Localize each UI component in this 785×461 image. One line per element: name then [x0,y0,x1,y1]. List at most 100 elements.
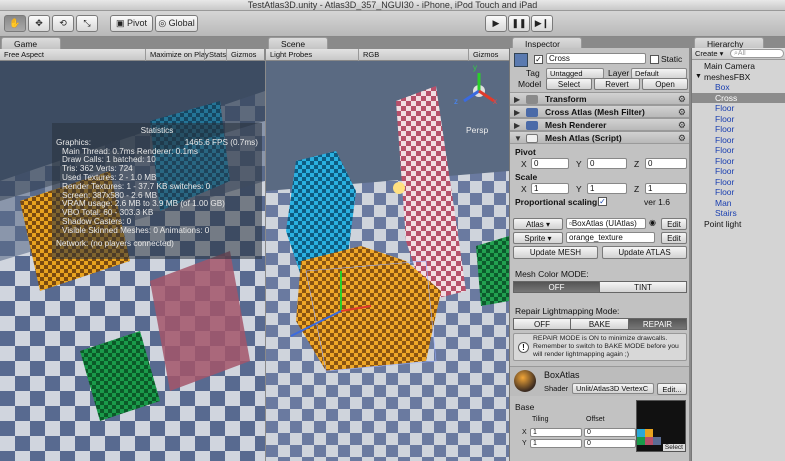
hierarchy-item-label: Floor [715,176,735,187]
scene-viewport[interactable]: y x z Persp [266,61,509,461]
hierarchy-item[interactable]: Floor [692,187,785,198]
texture-swatch [637,429,645,437]
maximize-on-play-button[interactable]: Maximize on Play [145,49,213,61]
script-icon [526,134,538,143]
object-picker-icon[interactable]: ◉ [649,218,656,227]
hierarchy-item[interactable]: Floor [692,145,785,156]
repair-mode-bake[interactable]: BAKE [570,318,629,330]
offset-x-field[interactable]: 0 [584,428,636,437]
atlas-object-field[interactable]: ▫BoxAtlas (UIAtlas) [566,218,646,229]
create-dropdown[interactable]: Create ▾ [695,49,723,58]
hierarchy-search[interactable]: ⌕All [730,49,784,58]
unity-editor-window: { "window": {"title": "TestAtlas3D.unity… [0,0,785,461]
hierarchy-item-label: Main Camera [704,61,756,71]
mesh-renderer-icon [526,121,538,130]
object-name-field[interactable]: Cross [546,53,646,64]
atlas-edit-button[interactable]: Edit [661,218,687,230]
aspect-dropdown[interactable]: Free Aspect [0,49,48,61]
hierarchy-item[interactable]: Box [692,82,785,93]
offset-y-field[interactable]: 0 [584,439,636,448]
update-atlas-button[interactable]: Update ATLAS [602,246,687,259]
game-viewport[interactable]: Statistics Graphics: 1465.6 FPS (0.7ms) M… [0,61,265,461]
play-icon: ▶ [492,18,500,28]
proportional-scaling-checkbox[interactable]: ✓ [598,197,607,206]
tiling-x-field[interactable]: 1 [530,428,582,437]
component-mesh-atlas[interactable]: ▼ Mesh Atlas (Script) ⚙ [510,131,689,144]
model-open-button[interactable]: Open [642,78,688,90]
sprite-field[interactable]: orange_texture [566,232,655,243]
pivot-y-field[interactable]: 0 [587,158,627,169]
version-label: ver 1.6 [644,197,670,207]
gear-icon[interactable]: ⚙ [678,107,686,118]
hierarchy-panel: Create ▾ ⌕All Main Camera ▼ meshesFBX Box Cr… [691,48,785,461]
layer-label: Layer [608,68,630,78]
repair-mode-off[interactable]: OFF [513,318,571,330]
scale-y-field[interactable]: 1 [587,183,627,194]
rotate-tool-button[interactable]: ⟲ [52,15,74,32]
hierarchy-item[interactable]: Floor [692,177,785,188]
step-button[interactable]: ▶❙ [531,15,553,32]
hierarchy-item[interactable]: ▼ meshesFBX [692,72,785,83]
component-mesh-filter[interactable]: ▶ Cross Atlas (Mesh Filter) ⚙ [510,105,689,118]
move-tool-button[interactable]: ✥ [28,15,50,32]
scale-z-field[interactable]: 1 [645,183,687,194]
component-transform[interactable]: ▶ Transform ⚙ [510,92,689,105]
hierarchy-item[interactable]: Point light [692,219,785,230]
tiling-x-axis-label: X [522,429,527,436]
tab-game[interactable]: Game [1,37,61,49]
persp-label[interactable]: Persp [466,125,488,135]
gear-icon[interactable]: ⚙ [678,94,686,105]
gear-icon[interactable]: ⚙ [678,133,686,144]
scene-mode-dropdown[interactable]: Light Probes [266,49,316,61]
texture-preview[interactable]: Select [636,400,686,452]
gear-icon[interactable]: ⚙ [678,120,686,131]
tab-scene[interactable]: Scene [268,37,328,49]
hierarchy-item[interactable]: Floor [692,156,785,167]
static-checkbox[interactable] [650,55,659,64]
scene-gizmos-button[interactable]: Gizmos [468,49,502,61]
hierarchy-item[interactable]: Stairs [692,208,785,219]
pivot-x-field[interactable]: 0 [531,158,569,169]
active-checkbox[interactable]: ✓ [534,55,543,64]
atlas-button[interactable]: Atlas ▾ [513,218,563,230]
global-icon: ◎ [158,18,169,28]
pivot-toggle[interactable]: ▣ Pivot [110,15,153,32]
sprite-edit-button[interactable]: Edit [661,232,687,244]
atlas-object-value: BoxAtlas (UIAtlas) [571,219,637,228]
pivot-z-field[interactable]: 0 [645,158,687,169]
hand-tool-button[interactable]: ✋ [4,15,26,32]
component-mesh-renderer[interactable]: ▶ Mesh Renderer ⚙ [510,118,689,131]
tiling-y-field[interactable]: 1 [530,439,582,448]
scale-tool-button[interactable]: ⤡ [76,15,98,32]
global-toggle[interactable]: ◎ Global [155,15,198,32]
model-select-button[interactable]: Select [546,78,592,90]
hierarchy-item[interactable]: Floor [692,135,785,146]
play-button[interactable]: ▶ [485,15,507,32]
color-mode-tint[interactable]: TINT [599,281,687,293]
texture-swatch [645,437,653,445]
hierarchy-item[interactable]: Floor [692,103,785,114]
texture-swatch [637,437,645,445]
sprite-button[interactable]: Sprite ▾ [513,232,563,244]
expand-icon[interactable]: ▼ [695,72,702,83]
tiling-label: Tiling [532,416,549,423]
hierarchy-item[interactable]: Man [692,198,785,209]
pause-button[interactable]: ❚❚ [508,15,530,32]
hierarchy-item[interactable]: Main Camera [692,61,785,72]
component-name: Mesh Renderer [545,120,607,130]
rgb-dropdown[interactable]: RGB [358,49,383,61]
hierarchy-item[interactable]: Cross [692,92,785,103]
model-revert-button[interactable]: Revert [594,78,640,90]
scale-x-field[interactable]: 1 [531,183,569,194]
shader-edit-button[interactable]: Edit... [657,383,687,395]
update-mesh-button[interactable]: Update MESH [513,246,598,259]
hierarchy-item[interactable]: Floor [692,124,785,135]
color-mode-off[interactable]: OFF [513,281,600,293]
hierarchy-item[interactable]: Floor [692,114,785,125]
shader-dropdown[interactable]: Unlit/Atlas3D VertexC [572,383,654,394]
model-label: Model [518,79,542,89]
hierarchy-item[interactable]: Floor [692,166,785,177]
game-gizmos-button[interactable]: Gizmos [226,49,260,61]
repair-mode-repair[interactable]: REPAIR [628,318,687,330]
texture-select-button[interactable]: Select [662,444,685,451]
